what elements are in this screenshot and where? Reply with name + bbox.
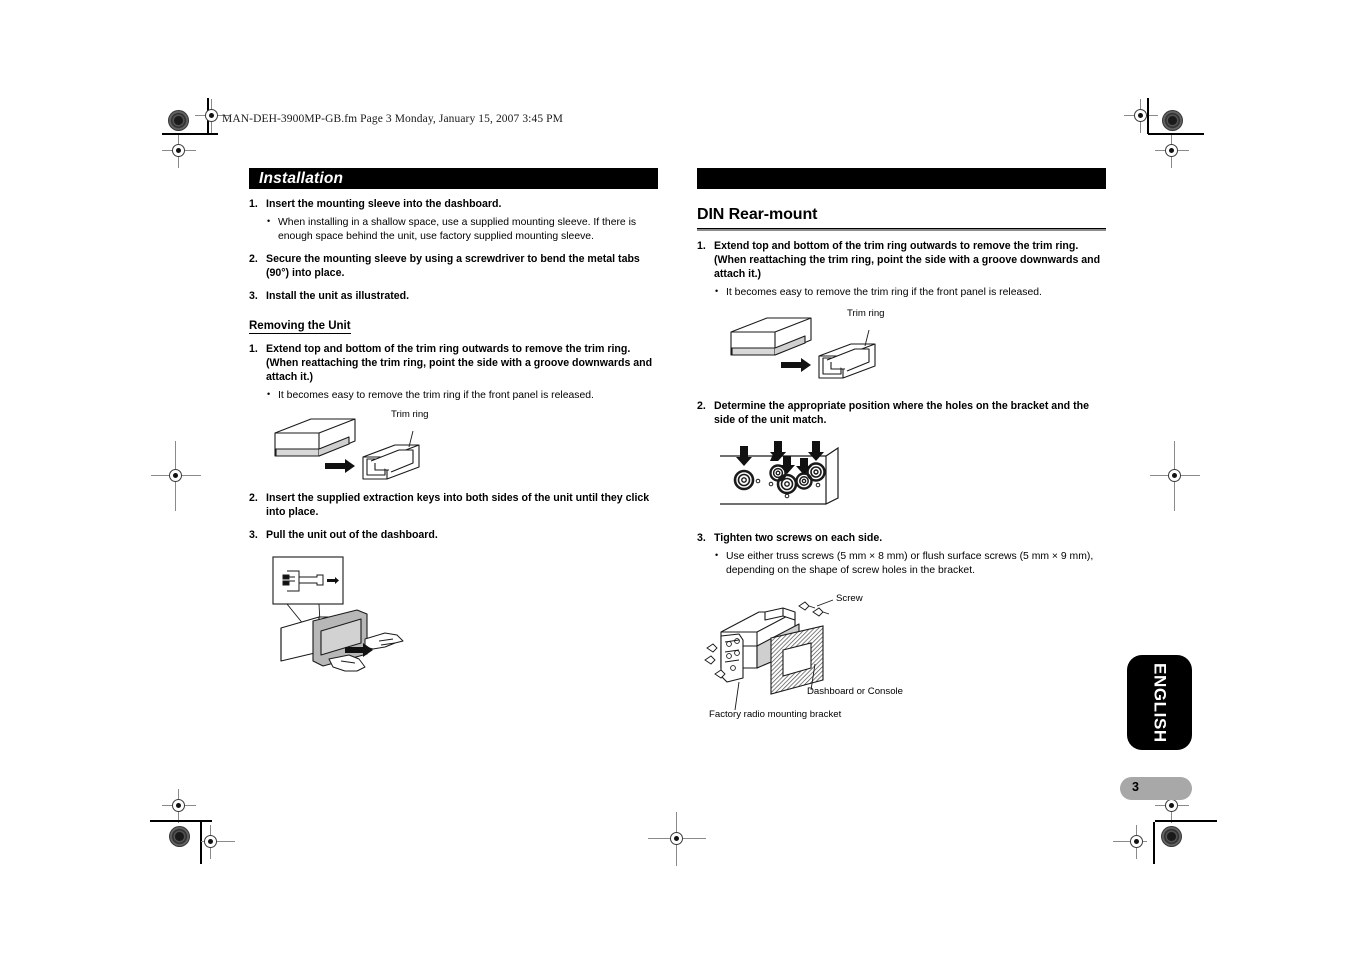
arrow-icon [325, 458, 355, 473]
registration-mark-bottom-left-upper [162, 789, 196, 823]
installation-steps-list: 1. Insert the mounting sleeve into the d… [249, 198, 658, 304]
registration-color-blob-bottom-left [169, 826, 190, 847]
step-text: Extend top and bottom of the trim ring o… [266, 342, 653, 383]
figure-trim-ring-removal-left: Trim ring [263, 408, 658, 483]
crop-line-bottom-right [1155, 820, 1217, 822]
removing-the-unit-heading-wrap: Removing the Unit [249, 304, 658, 334]
step-item: 3. Tighten two screws on each side. Use … [697, 532, 1106, 578]
bullet-item: It becomes easy to remove the trim ring … [714, 285, 1106, 300]
registration-mark-top-left [162, 134, 196, 168]
step-bullets: It becomes easy to remove the trim ring … [266, 388, 658, 403]
step-item: 2. Determine the appropriate position wh… [697, 400, 1106, 428]
step-text: Determine the appropriate position where… [714, 399, 1089, 426]
bracket-holes-illustration [720, 440, 839, 505]
crop-line-bottom-left [150, 820, 212, 822]
installation-bar-title: Installation [259, 169, 344, 187]
step-text: Secure the mounting sleeve by using a sc… [266, 252, 640, 279]
bracket-caption: Factory radio mounting bracket [709, 708, 842, 720]
right-column: DIN Rear-mount 1. Extend top and bottom … [697, 168, 1106, 728]
bullet-item: It becomes easy to remove the trim ring … [266, 388, 658, 403]
figure-trim-ring-removal-right: Trim ring [719, 307, 1106, 386]
registration-mark-bottom-left-inner [194, 825, 235, 859]
registration-mark-middle-right [1150, 441, 1200, 511]
step-item: 1. Insert the mounting sleeve into the d… [249, 198, 658, 244]
bullet-item: Use either truss screws (5 mm × 8 mm) or… [714, 549, 1106, 578]
registration-mark-bottom-center [648, 812, 706, 866]
bullet-item: When installing in a shallow space, use … [266, 215, 658, 244]
left-column: Installation 1. Insert the mounting slee… [249, 168, 658, 685]
step-text: Insert the supplied extraction keys into… [266, 491, 650, 518]
trim-ring-caption: Trim ring [391, 408, 429, 420]
page-number: 3 [1132, 780, 1139, 794]
language-tab-english: ENGLISH [1127, 655, 1192, 750]
step-item: 2. Insert the supplied extraction keys i… [249, 492, 658, 520]
registration-color-blob-bottom-right [1161, 826, 1182, 847]
file-header-text: MAN-DEH-3900MP-GB.fm Page 3 Monday, Janu… [222, 113, 563, 125]
step-item: 3. Install the unit as illustrated. [249, 290, 658, 304]
step-item: 3. Pull the unit out of the dashboard. [249, 529, 658, 543]
installation-section-bar: Installation [249, 168, 658, 189]
arrow-icon [781, 357, 811, 372]
step-bullets: It becomes easy to remove the trim ring … [714, 285, 1106, 300]
step-number: 3. [249, 289, 258, 302]
extraction-keys-illustration [272, 555, 404, 671]
removing-steps-list-continued: 2. Insert the supplied extraction keys i… [249, 492, 658, 543]
step-text: Install the unit as illustrated. [266, 289, 410, 302]
figure-mounting-bracket: Screw Dashboard or Console Factory radio… [699, 586, 1106, 728]
step-number: 2. [697, 399, 706, 412]
step-item: 1. Extend top and bottom of the trim rin… [249, 343, 658, 403]
trim-ring-illustration [730, 317, 876, 379]
figure-extraction-keys [261, 555, 658, 685]
din-steps-list-2: 2. Determine the appropriate position wh… [697, 400, 1106, 428]
registration-mark-bottom-right-inner [1113, 825, 1154, 859]
step-text: Extend top and bottom of the trim ring o… [714, 240, 1101, 280]
step-number: 2. [249, 252, 258, 265]
screw-caption: Screw [836, 592, 863, 604]
din-steps-list: 1. Extend top and bottom of the trim rin… [697, 240, 1106, 300]
step-bullets: When installing in a shallow space, use … [266, 215, 658, 244]
registration-color-blob-top-right [1162, 110, 1183, 131]
step-number: 3. [249, 528, 258, 541]
step-number: 2. [249, 491, 258, 504]
trim-ring-illustration [274, 418, 420, 480]
mounting-bracket-illustration [704, 599, 834, 710]
registration-mark-middle-left [151, 441, 201, 511]
step-text: Pull the unit out of the dashboard. [266, 528, 438, 541]
removing-steps-list: 1. Extend top and bottom of the trim rin… [249, 343, 658, 403]
crop-line-top-right [1148, 133, 1204, 135]
crop-line-top-left [162, 133, 218, 135]
din-steps-list-3: 3. Tighten two screws on each side. Use … [697, 532, 1106, 578]
trim-ring-caption: Trim ring [847, 307, 885, 319]
step-number: 3. [697, 531, 706, 544]
step-number: 1. [697, 240, 706, 252]
step-text: Tighten two screws on each side. [714, 531, 883, 544]
removing-the-unit-heading: Removing the Unit [249, 319, 351, 334]
page-number-pill: 3 [1120, 777, 1192, 800]
crop-line-right-vertical-top [1147, 98, 1149, 134]
step-bullets: Use either truss screws (5 mm × 8 mm) or… [714, 549, 1106, 578]
registration-mark-top-right-inner [1124, 99, 1158, 133]
step-number: 1. [249, 198, 258, 210]
figure-bracket-holes [716, 440, 1106, 512]
dashboard-caption: Dashboard or Console [807, 685, 903, 697]
din-section-bar [697, 168, 1106, 189]
step-item: 2. Secure the mounting sleeve by using a… [249, 253, 658, 281]
din-rear-mount-heading: DIN Rear-mount [697, 206, 818, 223]
step-number: 1. [249, 342, 258, 355]
step-item: 1. Extend top and bottom of the trim rin… [697, 240, 1106, 300]
language-tab-label: ENGLISH [1150, 662, 1170, 743]
step-text: Insert the mounting sleeve into the dash… [266, 198, 502, 210]
registration-mark-top-right [1155, 134, 1189, 168]
document-page: MAN-DEH-3900MP-GB.fm Page 3 Monday, Janu… [0, 0, 1351, 954]
registration-color-blob-top-left [168, 110, 189, 131]
heading-rule [697, 228, 1106, 231]
